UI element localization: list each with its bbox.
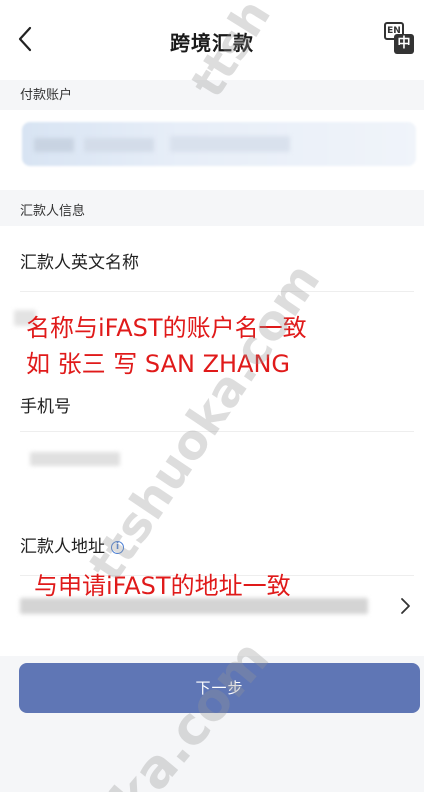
section-label-remitter-info: 汇款人信息 xyxy=(20,204,86,219)
section-label-payment-account: 付款账户 xyxy=(20,88,73,103)
redacted-account-detail xyxy=(170,136,290,152)
redacted-account-name xyxy=(34,138,74,152)
redacted-account-number xyxy=(84,138,154,152)
lang-zh-icon: 中 xyxy=(394,34,414,54)
english-name-field[interactable]: 汇款人英文名称 xyxy=(20,226,414,292)
chevron-right-icon[interactable] xyxy=(398,596,412,616)
payment-account-card xyxy=(0,110,424,190)
language-toggle-button[interactable]: EN 中 xyxy=(384,20,416,56)
redacted-phone-value xyxy=(30,452,120,466)
annotation-address-rule: 与申请iFAST的地址一致 xyxy=(34,572,291,600)
english-name-label: 汇款人英文名称 xyxy=(20,253,139,273)
phone-label: 手机号 xyxy=(20,397,71,417)
